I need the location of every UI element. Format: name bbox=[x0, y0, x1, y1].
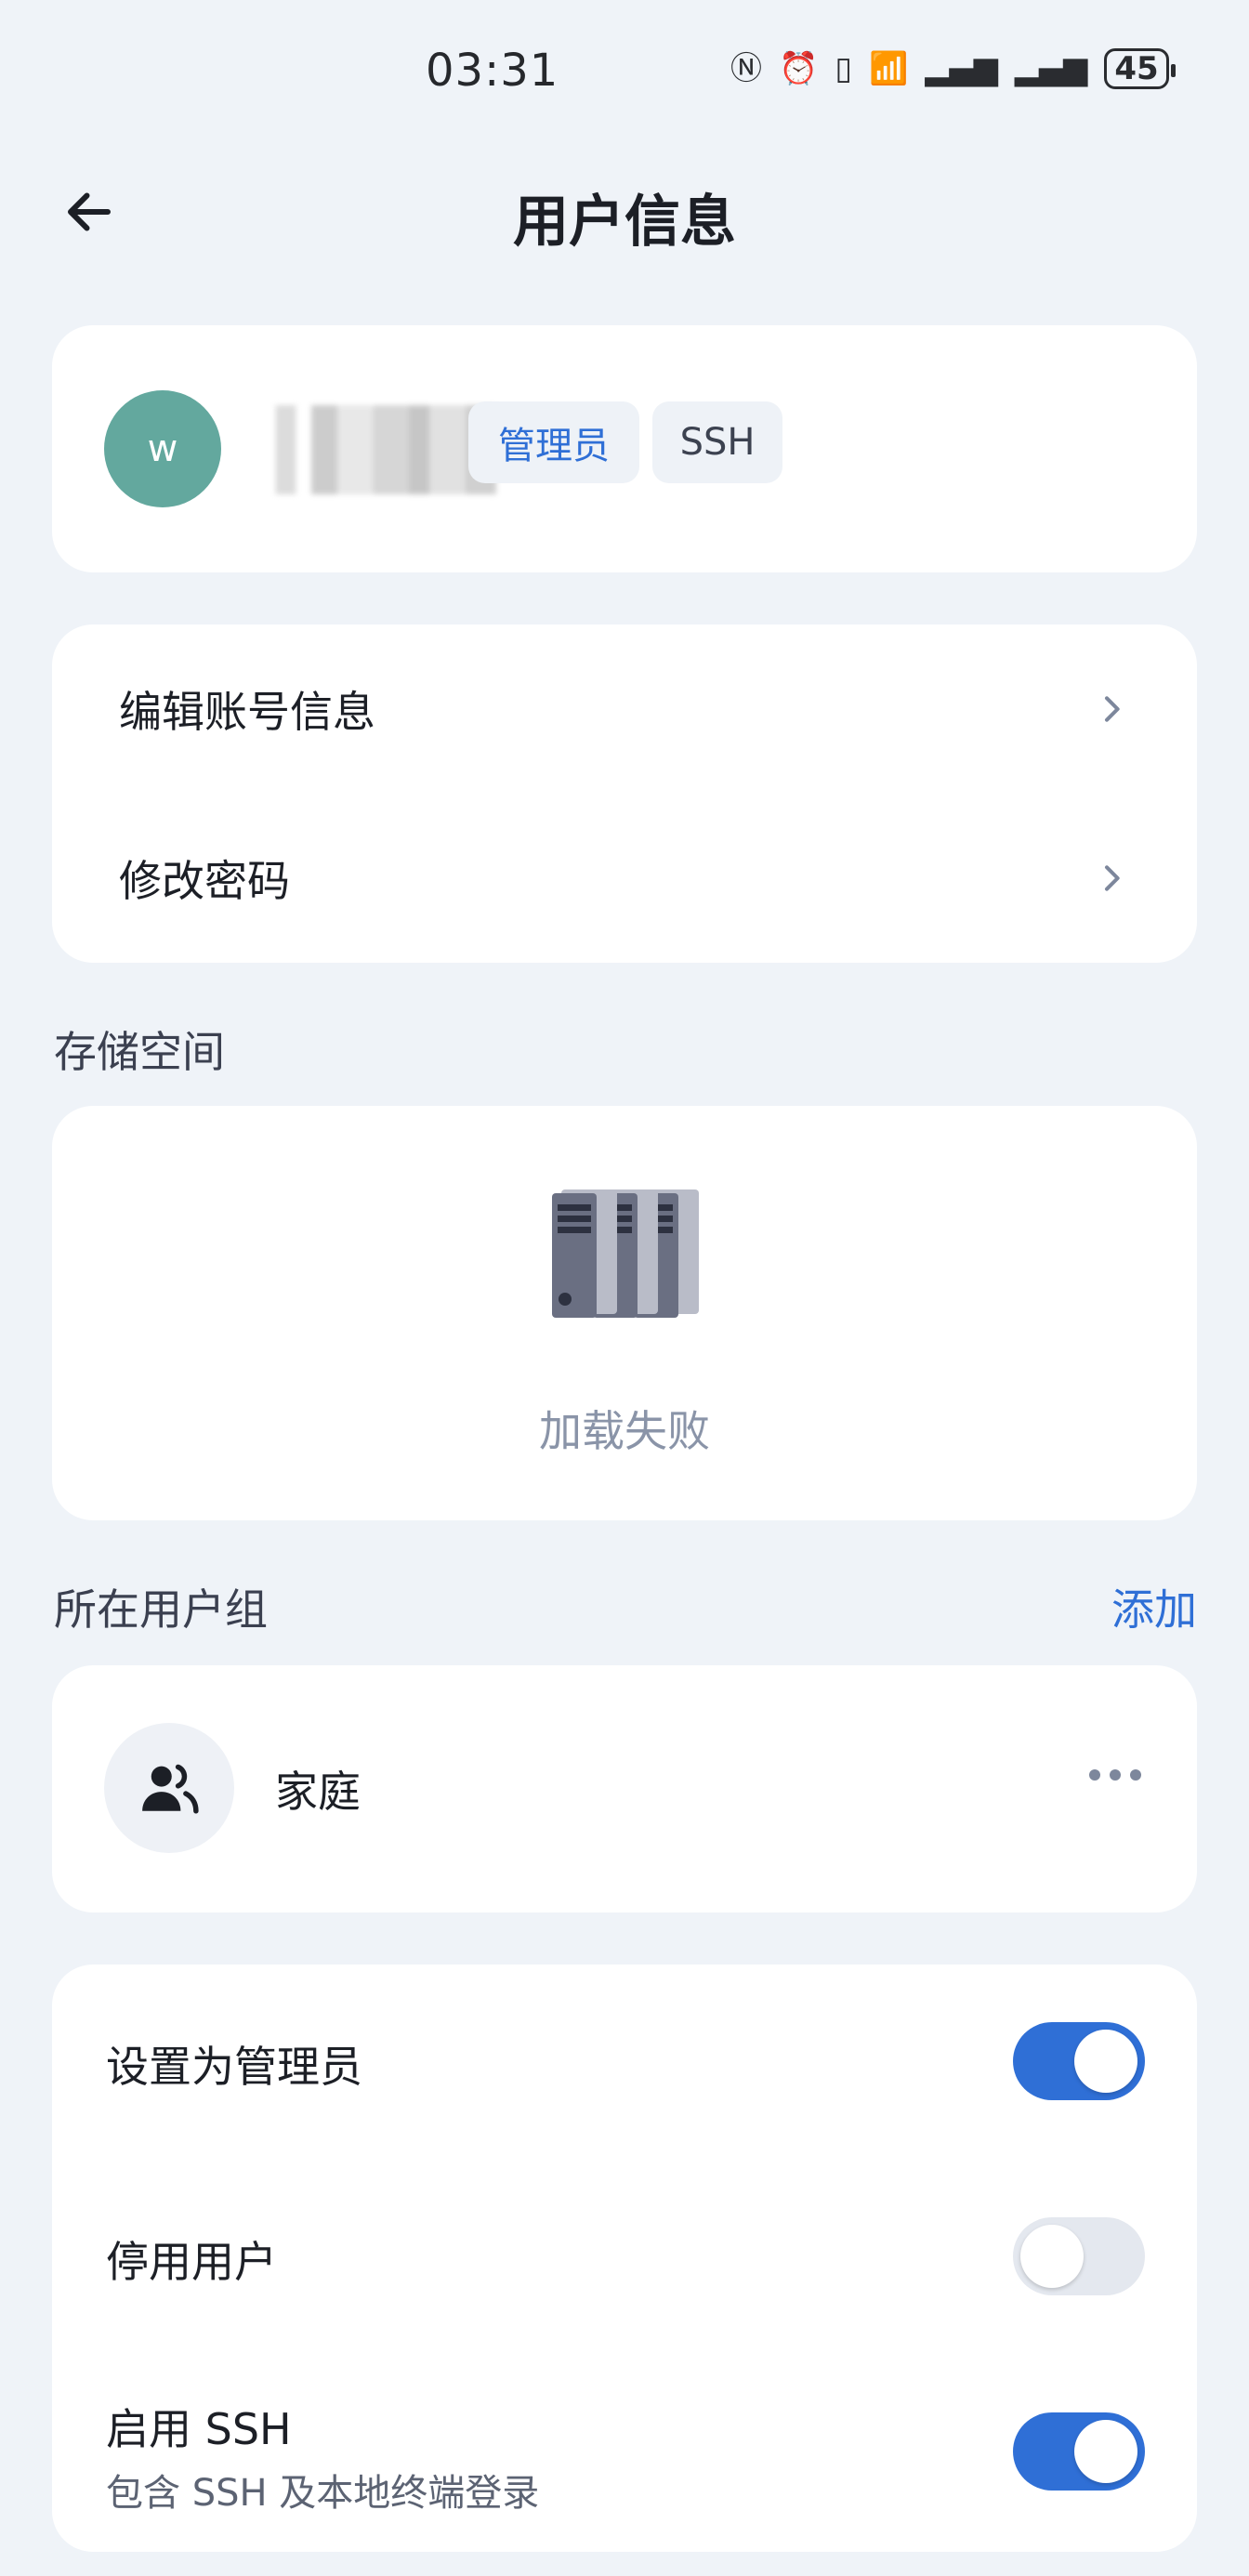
enable-ssh-label: 启用 SSH bbox=[106, 2404, 292, 2454]
battery-indicator: 45 bbox=[1104, 48, 1177, 89]
nfc-icon: Ⓝ bbox=[730, 50, 762, 87]
enable-ssh-description: 包含 SSH 及本地终端登录 bbox=[106, 2472, 540, 2515]
storage-card: 加载失败 bbox=[52, 1106, 1197, 1520]
chevron-right-icon bbox=[1105, 696, 1120, 722]
storage-load-failed: 加载失败 bbox=[539, 1406, 710, 1456]
admin-badge: 管理员 bbox=[468, 401, 639, 483]
account-menu-card: 编辑账号信息 修改密码 bbox=[52, 624, 1197, 963]
change-password-item[interactable]: 修改密码 bbox=[52, 794, 1197, 963]
disable-user-label: 停用用户 bbox=[106, 2237, 277, 2287]
users-icon bbox=[142, 1764, 199, 1814]
status-time: 03:31 bbox=[426, 45, 559, 97]
page-title: 用户信息 bbox=[513, 190, 736, 255]
status-icons: Ⓝ ⏰ ▯ 📶 ▂▄▆ ▂▄▆ 45 bbox=[730, 48, 1177, 89]
edit-account-label: 编辑账号信息 bbox=[119, 687, 375, 737]
server-storage-icon bbox=[552, 1189, 699, 1318]
signal-4g-icon: ▂▄▆ bbox=[1014, 50, 1088, 87]
set-admin-toggle[interactable] bbox=[1013, 2022, 1145, 2100]
more-options-icon[interactable] bbox=[1089, 1769, 1141, 1781]
disable-user-toggle[interactable] bbox=[1013, 2217, 1145, 2295]
enable-ssh-toggle[interactable] bbox=[1013, 2412, 1145, 2491]
change-password-label: 修改密码 bbox=[119, 856, 290, 906]
group-avatar bbox=[104, 1723, 234, 1853]
vibrate-icon: ▯ bbox=[835, 50, 853, 87]
edit-account-item[interactable]: 编辑账号信息 bbox=[52, 624, 1197, 794]
group-name: 家庭 bbox=[275, 1767, 361, 1817]
storage-section-title: 存储空间 bbox=[54, 1027, 225, 1077]
user-settings-card: 设置为管理员 停用用户 启用 SSH 包含 SSH 及本地终端登录 bbox=[52, 1965, 1197, 2552]
groups-section-title: 所在用户组 bbox=[54, 1584, 268, 1635]
group-card: 家庭 bbox=[52, 1665, 1197, 1912]
add-group-link[interactable]: 添加 bbox=[1111, 1576, 1197, 1637]
set-admin-label: 设置为管理员 bbox=[106, 2042, 362, 2092]
avatar: w bbox=[104, 390, 221, 507]
ssh-badge: SSH bbox=[652, 401, 782, 483]
alarm-icon: ⏰ bbox=[779, 50, 819, 87]
chevron-right-icon bbox=[1105, 865, 1120, 891]
profile-card: w 管理员 SSH bbox=[52, 325, 1197, 572]
signal-5g-icon: ▂▄▆ bbox=[925, 50, 998, 87]
wifi-icon: 📶 bbox=[869, 50, 909, 87]
